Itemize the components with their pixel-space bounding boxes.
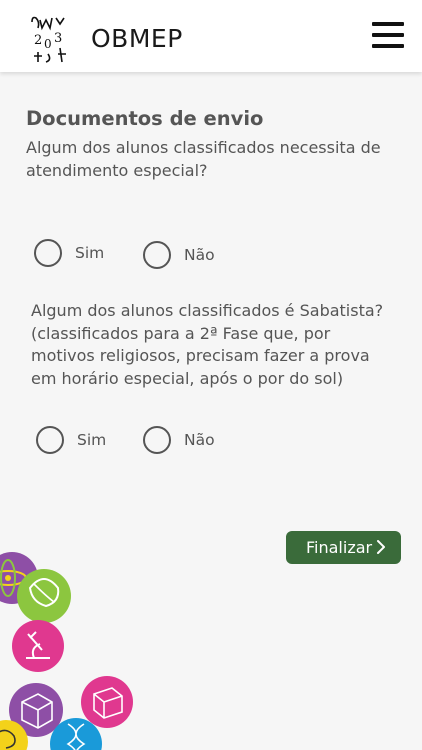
obmep-logo-icon: 2 0 3: [31, 16, 66, 63]
svg-text:0: 0: [44, 37, 52, 51]
radio-label: Não: [184, 246, 215, 264]
radio-special-needs-no[interactable]: Não: [143, 241, 215, 269]
radio-special-needs-yes[interactable]: Sim: [34, 239, 104, 267]
radio-circle-icon[interactable]: [34, 239, 62, 267]
radio-circle-icon[interactable]: [143, 241, 171, 269]
app-title: OBMEP: [91, 24, 183, 53]
app-header: 2 0 3 OBMEP: [0, 0, 422, 72]
pink-box-bubble-icon: [81, 676, 133, 728]
radio-sabbatarian-no[interactable]: Não: [143, 426, 215, 454]
radio-label: Sim: [77, 431, 107, 449]
finalizar-button[interactable]: Finalizar: [286, 531, 401, 564]
question-special-needs: Algum dos alunos classificados necessita…: [26, 138, 381, 180]
radio-circle-icon[interactable]: [143, 426, 171, 454]
chevron-right-icon: [377, 540, 385, 554]
radio-label: Sim: [75, 244, 105, 262]
svg-text:3: 3: [54, 31, 62, 46]
radio-sabbatarian-yes[interactable]: Sim: [36, 426, 106, 454]
question-sabbatarian: Algum dos alunos classificados é Sabatis…: [31, 301, 384, 388]
green-leaf-bubble-icon: [17, 569, 71, 623]
section-title: Documentos de envio: [26, 107, 264, 130]
finalizar-label: Finalizar: [306, 538, 373, 557]
hamburger-menu-icon[interactable]: [372, 22, 404, 50]
radio-label: Não: [184, 431, 215, 449]
decorative-science-bubbles: [0, 552, 133, 750]
radio-circle-icon[interactable]: [36, 426, 64, 454]
svg-text:2: 2: [34, 33, 42, 48]
